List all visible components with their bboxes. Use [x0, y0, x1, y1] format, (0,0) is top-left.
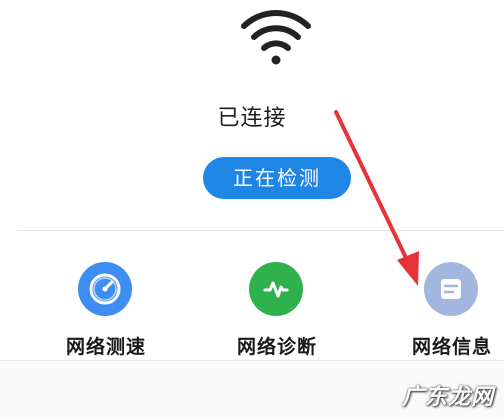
- detecting-button[interactable]: 正在检测: [203, 157, 351, 199]
- pulse-icon: [249, 262, 303, 316]
- network-diagnosis-button[interactable]: 网络诊断: [197, 262, 357, 362]
- speedometer-icon: [78, 262, 132, 316]
- connection-status: 已连接: [217, 106, 287, 131]
- network-info-button[interactable]: 网络信息: [372, 262, 504, 362]
- section-divider: [18, 230, 504, 231]
- network-screen: 已连接 正在检测 网络测速 网络诊断 网络信息 广东龙网: [0, 0, 504, 419]
- network-info-label: 网络信息: [411, 336, 492, 358]
- network-speed-test-button[interactable]: 网络测速: [26, 262, 186, 362]
- network-speed-test-label: 网络测速: [65, 336, 146, 358]
- info-document-icon: [424, 262, 478, 316]
- network-diagnosis-label: 网络诊断: [236, 336, 317, 358]
- watermark: 广东龙网: [401, 385, 494, 410]
- wifi-icon: [241, 10, 311, 65]
